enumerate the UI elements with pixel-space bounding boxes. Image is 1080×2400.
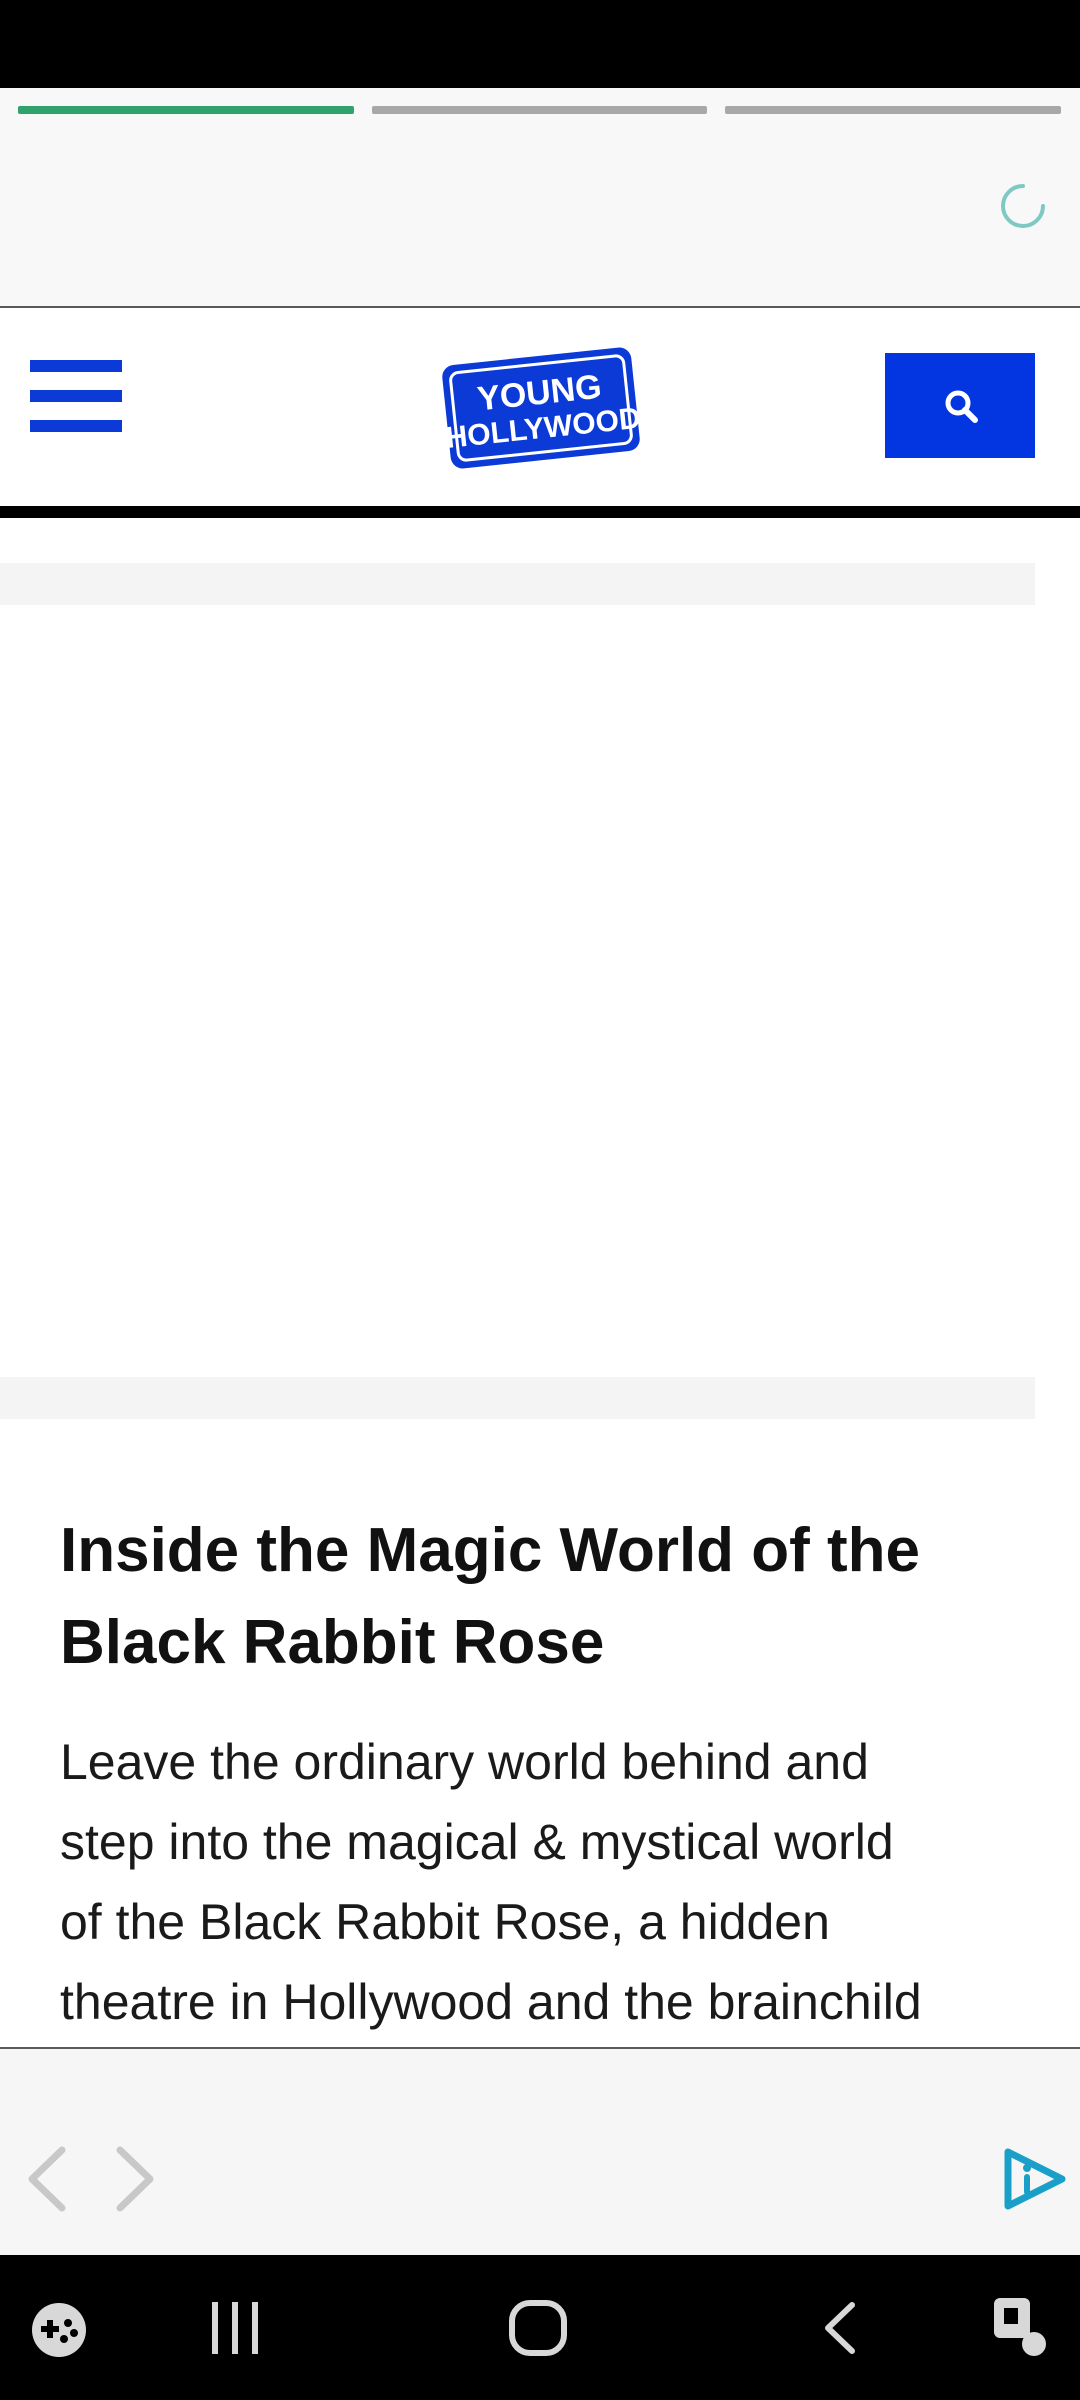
ad-placeholder-bottom <box>0 1377 1035 1419</box>
hamburger-icon-bar <box>30 420 122 432</box>
story-progress-segment-3 <box>725 106 1061 114</box>
bottom-toolbar <box>0 2047 1080 2255</box>
home-icon[interactable] <box>508 2299 568 2357</box>
chevron-left-icon[interactable] <box>24 2146 68 2212</box>
play-info-icon[interactable] <box>1000 2146 1068 2212</box>
search-icon <box>945 390 978 423</box>
story-panel <box>0 88 1080 306</box>
story-progress-segment-1 <box>18 106 354 114</box>
accessibility-icon[interactable] <box>990 2296 1050 2360</box>
article-title[interactable]: Inside the Magic World of the Black Rabb… <box>60 1505 1020 1689</box>
search-button[interactable] <box>885 353 1035 458</box>
menu-button[interactable] <box>30 360 122 432</box>
hamburger-icon-bar <box>30 360 122 372</box>
article-body-line: theatre in Hollywood and the brainchild <box>60 1974 922 2030</box>
story-progress-segment-2 <box>372 106 707 114</box>
chevron-right-icon[interactable] <box>114 2146 158 2212</box>
article-body: Leave the ordinary world behind and step… <box>60 1722 1050 2042</box>
young-hollywood-logo[interactable]: YOUNG HOLLYWOOD <box>438 334 644 482</box>
spinner-icon <box>1001 184 1045 228</box>
hamburger-icon-bar <box>30 390 122 402</box>
article-body-line: of the Black Rabbit Rose, a hidden <box>60 1894 830 1950</box>
ad-placeholder-top <box>0 563 1035 605</box>
article-body-line: step into the magical & mystical world <box>60 1814 894 1870</box>
status-bar <box>0 0 1080 88</box>
header-divider <box>0 506 1080 518</box>
article-body-line: Leave the ordinary world behind and <box>60 1734 869 1790</box>
back-icon[interactable] <box>820 2301 860 2355</box>
recent-apps-icon[interactable] <box>208 2302 262 2354</box>
game-launcher-icon[interactable] <box>30 2301 88 2359</box>
